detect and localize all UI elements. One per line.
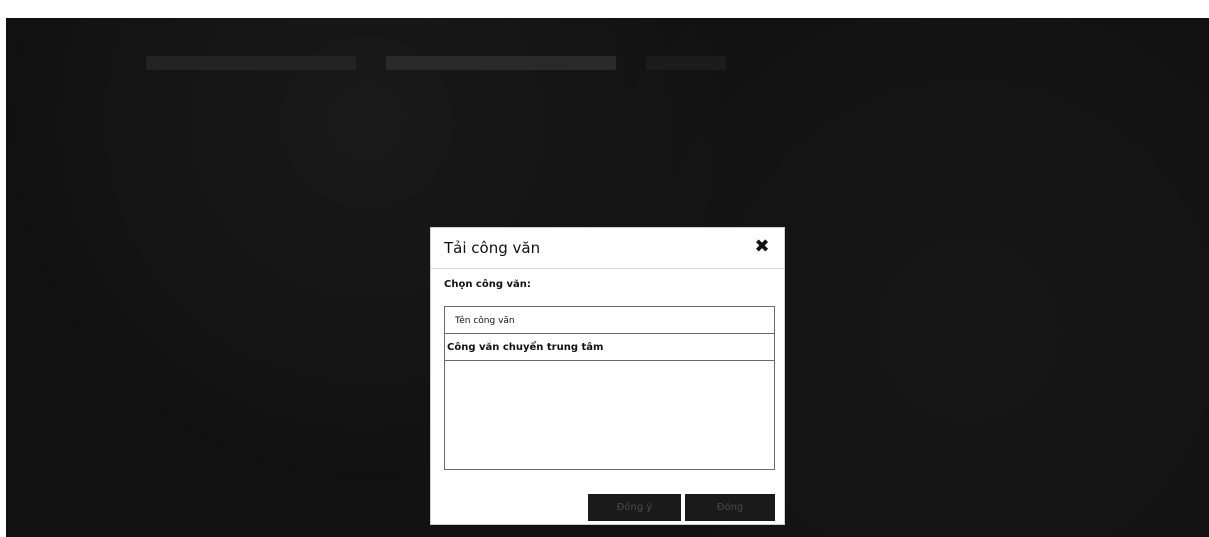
select-document-label: Chọn công văn:: [444, 279, 531, 290]
close-button[interactable]: Đóng: [685, 494, 775, 521]
agree-button[interactable]: Đồng ý: [588, 494, 681, 521]
list-item[interactable]: Công văn chuyển trung tâm: [445, 334, 774, 361]
background-bar: [146, 56, 356, 70]
background-bar: [386, 56, 616, 70]
document-list: Tên công văn Công văn chuyển trung tâm: [444, 306, 775, 470]
dialog-header: Tải công văn ✖: [431, 228, 784, 269]
list-column-header: Tên công văn: [445, 307, 774, 334]
close-icon[interactable]: ✖: [750, 235, 774, 259]
background-bar: [646, 56, 726, 70]
upload-document-dialog: Tải công văn ✖ Chọn công văn: Tên công v…: [430, 227, 785, 525]
page: Tải công văn ✖ Chọn công văn: Tên công v…: [0, 0, 1209, 537]
dialog-title: Tải công văn: [444, 239, 541, 257]
